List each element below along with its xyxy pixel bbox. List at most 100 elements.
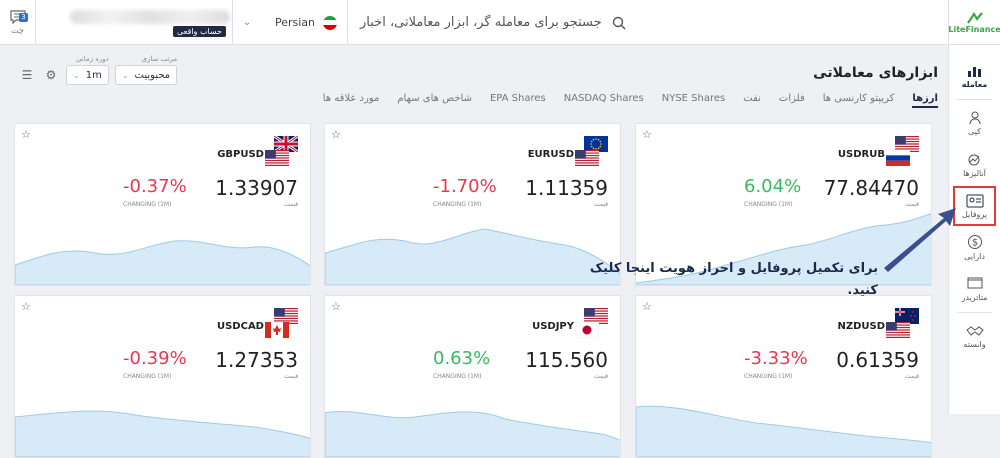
instrument-price: 1.11359 [525,176,608,200]
sort-label: مرتب سازی [141,55,178,63]
search-icon[interactable] [612,16,626,30]
sidebar: معامله کپی آنالیزها پروفایل $ دارایی متا… [948,45,1000,414]
account-type-badge: حساب واقعی [172,26,226,37]
tab-favorites[interactable]: مورد علاقه ها [323,93,380,108]
sort-value: محبوبیت [134,69,171,81]
period-value: 1m [85,69,102,81]
search-bar[interactable]: جستجو برای معامله گر، ابزار معاملاتی، اخ… [360,0,940,45]
id-card-icon [966,194,983,207]
tab-crypto[interactable]: کریپتو کارنسی ها [823,93,895,108]
language-selector[interactable]: ⌄ Persian [232,0,348,45]
period-label: دوره زمانی [75,55,109,63]
sort-filter: مرتب سازی ⌄ محبوبیت [114,55,178,85]
instrument-card[interactable]: ☆ USDJPY 115.560 قیمت 0.63% CHANGING (1M… [324,295,621,458]
currency-flags [574,308,608,340]
star-icon[interactable]: ☆ [331,128,341,141]
instrument-card[interactable]: ☆ GBPUSD 1.33907 قیمت -0.37% CHANGING (1… [14,123,311,286]
sidebar-item-label: آنالیزها [963,168,986,178]
sidebar-item-label: پروفایل [961,209,988,219]
account-selector[interactable]: حساب واقعی [60,6,232,40]
star-icon[interactable]: ☆ [642,128,652,141]
sidebar-item-label: وابسته [963,339,986,349]
tab-epa-shares[interactable]: EPA Shares [490,93,546,108]
litefinance-logo-icon [966,11,983,24]
gear-icon[interactable]: ⚙ [42,65,60,85]
iran-flag-icon [323,15,337,30]
instrument-price: 1.27353 [215,348,298,372]
sidebar-item-label: متاتریدر [961,292,988,302]
instrument-tabs: ارزها کریپتو کارنسی ها فلزات نفت NYSE Sh… [323,93,938,108]
instrument-card[interactable]: ☆ NZDUSD 0.61359 قیمت -3.33% CHANGING (1… [635,295,932,458]
chevron-down-icon: ⌄ [121,70,129,80]
price-area-chart [325,228,620,285]
star-icon[interactable]: ☆ [331,300,341,313]
instrument-change: -3.33% [744,348,808,369]
tab-metals[interactable]: فلزات [779,93,805,108]
tab-nasdaq-shares[interactable]: NASDAQ Shares [564,93,644,108]
tab-nyse-shares[interactable]: NYSE Shares [662,93,726,108]
instrument-symbol: USDRUB [837,149,885,160]
sidebar-item-metatrader[interactable]: متاتریدر [949,268,1000,310]
period-select[interactable]: ⌄ 1m [66,65,109,85]
filters-bar: ☰ ⚙ دوره زمانی ⌄ 1m مرتب سازی ⌄ محبوبیت [18,55,178,85]
sidebar-item-analytics[interactable]: آنالیزها [949,144,1000,186]
main-content: ابزارهای معاملاتی ارزها کریپتو کارنسی ها… [0,45,948,458]
instrument-change: 0.63% [433,348,491,369]
sidebar-item-label: کپی [968,126,981,136]
tab-oil[interactable]: نفت [743,93,761,108]
svg-text:$: $ [971,237,977,248]
chart-icon [967,66,981,77]
period-filter: دوره زمانی ⌄ 1m [66,55,109,85]
price-area-chart [636,405,931,457]
sidebar-item-label: دارایی [964,251,985,261]
chevron-down-icon: ⌄ [243,17,252,28]
instrument-price: 115.560 [525,348,608,372]
instrument-card[interactable]: ☆ EURUSD 1.11359 قیمت -1.70% CHANGING (1… [324,123,621,286]
list-view-icon[interactable]: ☰ [18,65,36,85]
flag-jp-icon [574,321,600,342]
currency-flags [264,308,298,340]
chat-badge: 3 [19,13,28,22]
price-area-chart [15,410,310,457]
instrument-change: -0.37% [123,176,187,197]
sidebar-item-profile[interactable]: پروفایل [953,186,996,226]
flag-ca-icon [265,322,289,342]
price-area-chart [15,240,310,285]
instrument-card[interactable]: ☆ USDCAD 1.27353 قیمت -0.39% CHANGING (1… [14,295,311,458]
sidebar-item-affiliate[interactable]: وابسته [949,315,1000,357]
copy-user-icon [969,111,980,124]
dollar-icon: $ [967,234,982,249]
analytics-icon [968,154,979,165]
flag-us-icon [886,322,910,342]
top-bar: 3 چت حساب واقعی ⌄ Persian جستجو برای معا… [0,0,1000,45]
chevron-down-icon: ⌄ [73,70,80,80]
account-name-blurred [70,10,230,24]
currency-flags [264,134,299,170]
star-icon[interactable]: ☆ [21,300,31,313]
sidebar-item-label: معامله [961,79,988,89]
flag-us-icon [575,150,599,170]
currency-flags [574,136,608,168]
chat-label: چت [11,26,24,35]
flag-ru-icon [886,150,910,170]
tab-stock-indices[interactable]: شاخص های سهام [397,93,472,108]
sidebar-divider [957,312,992,313]
sidebar-item-trade[interactable]: معامله [949,55,1000,97]
sidebar-item-assets[interactable]: $ دارایی [949,226,1000,268]
language-label: Persian [274,16,315,29]
instrument-symbol: EURUSD [527,149,574,160]
instrument-change: 6.04% [744,176,802,197]
price-area-chart [325,410,620,457]
instrument-symbol: USDCAD [216,321,264,332]
flag-us-icon [265,150,289,170]
tab-currencies[interactable]: ارزها [912,93,938,108]
logo-text: LiteFinance [948,25,1000,34]
instrument-change: -0.39% [123,348,187,369]
logo[interactable]: LiteFinance [948,0,1000,45]
instrument-symbol: GBPUSD [217,149,264,160]
sidebar-item-copy[interactable]: کپی [949,102,1000,144]
sort-select[interactable]: ⌄ محبوبیت [114,65,178,85]
currency-flags [885,136,919,168]
star-icon[interactable]: ☆ [21,128,31,141]
chat-button[interactable]: 3 چت [0,0,36,45]
